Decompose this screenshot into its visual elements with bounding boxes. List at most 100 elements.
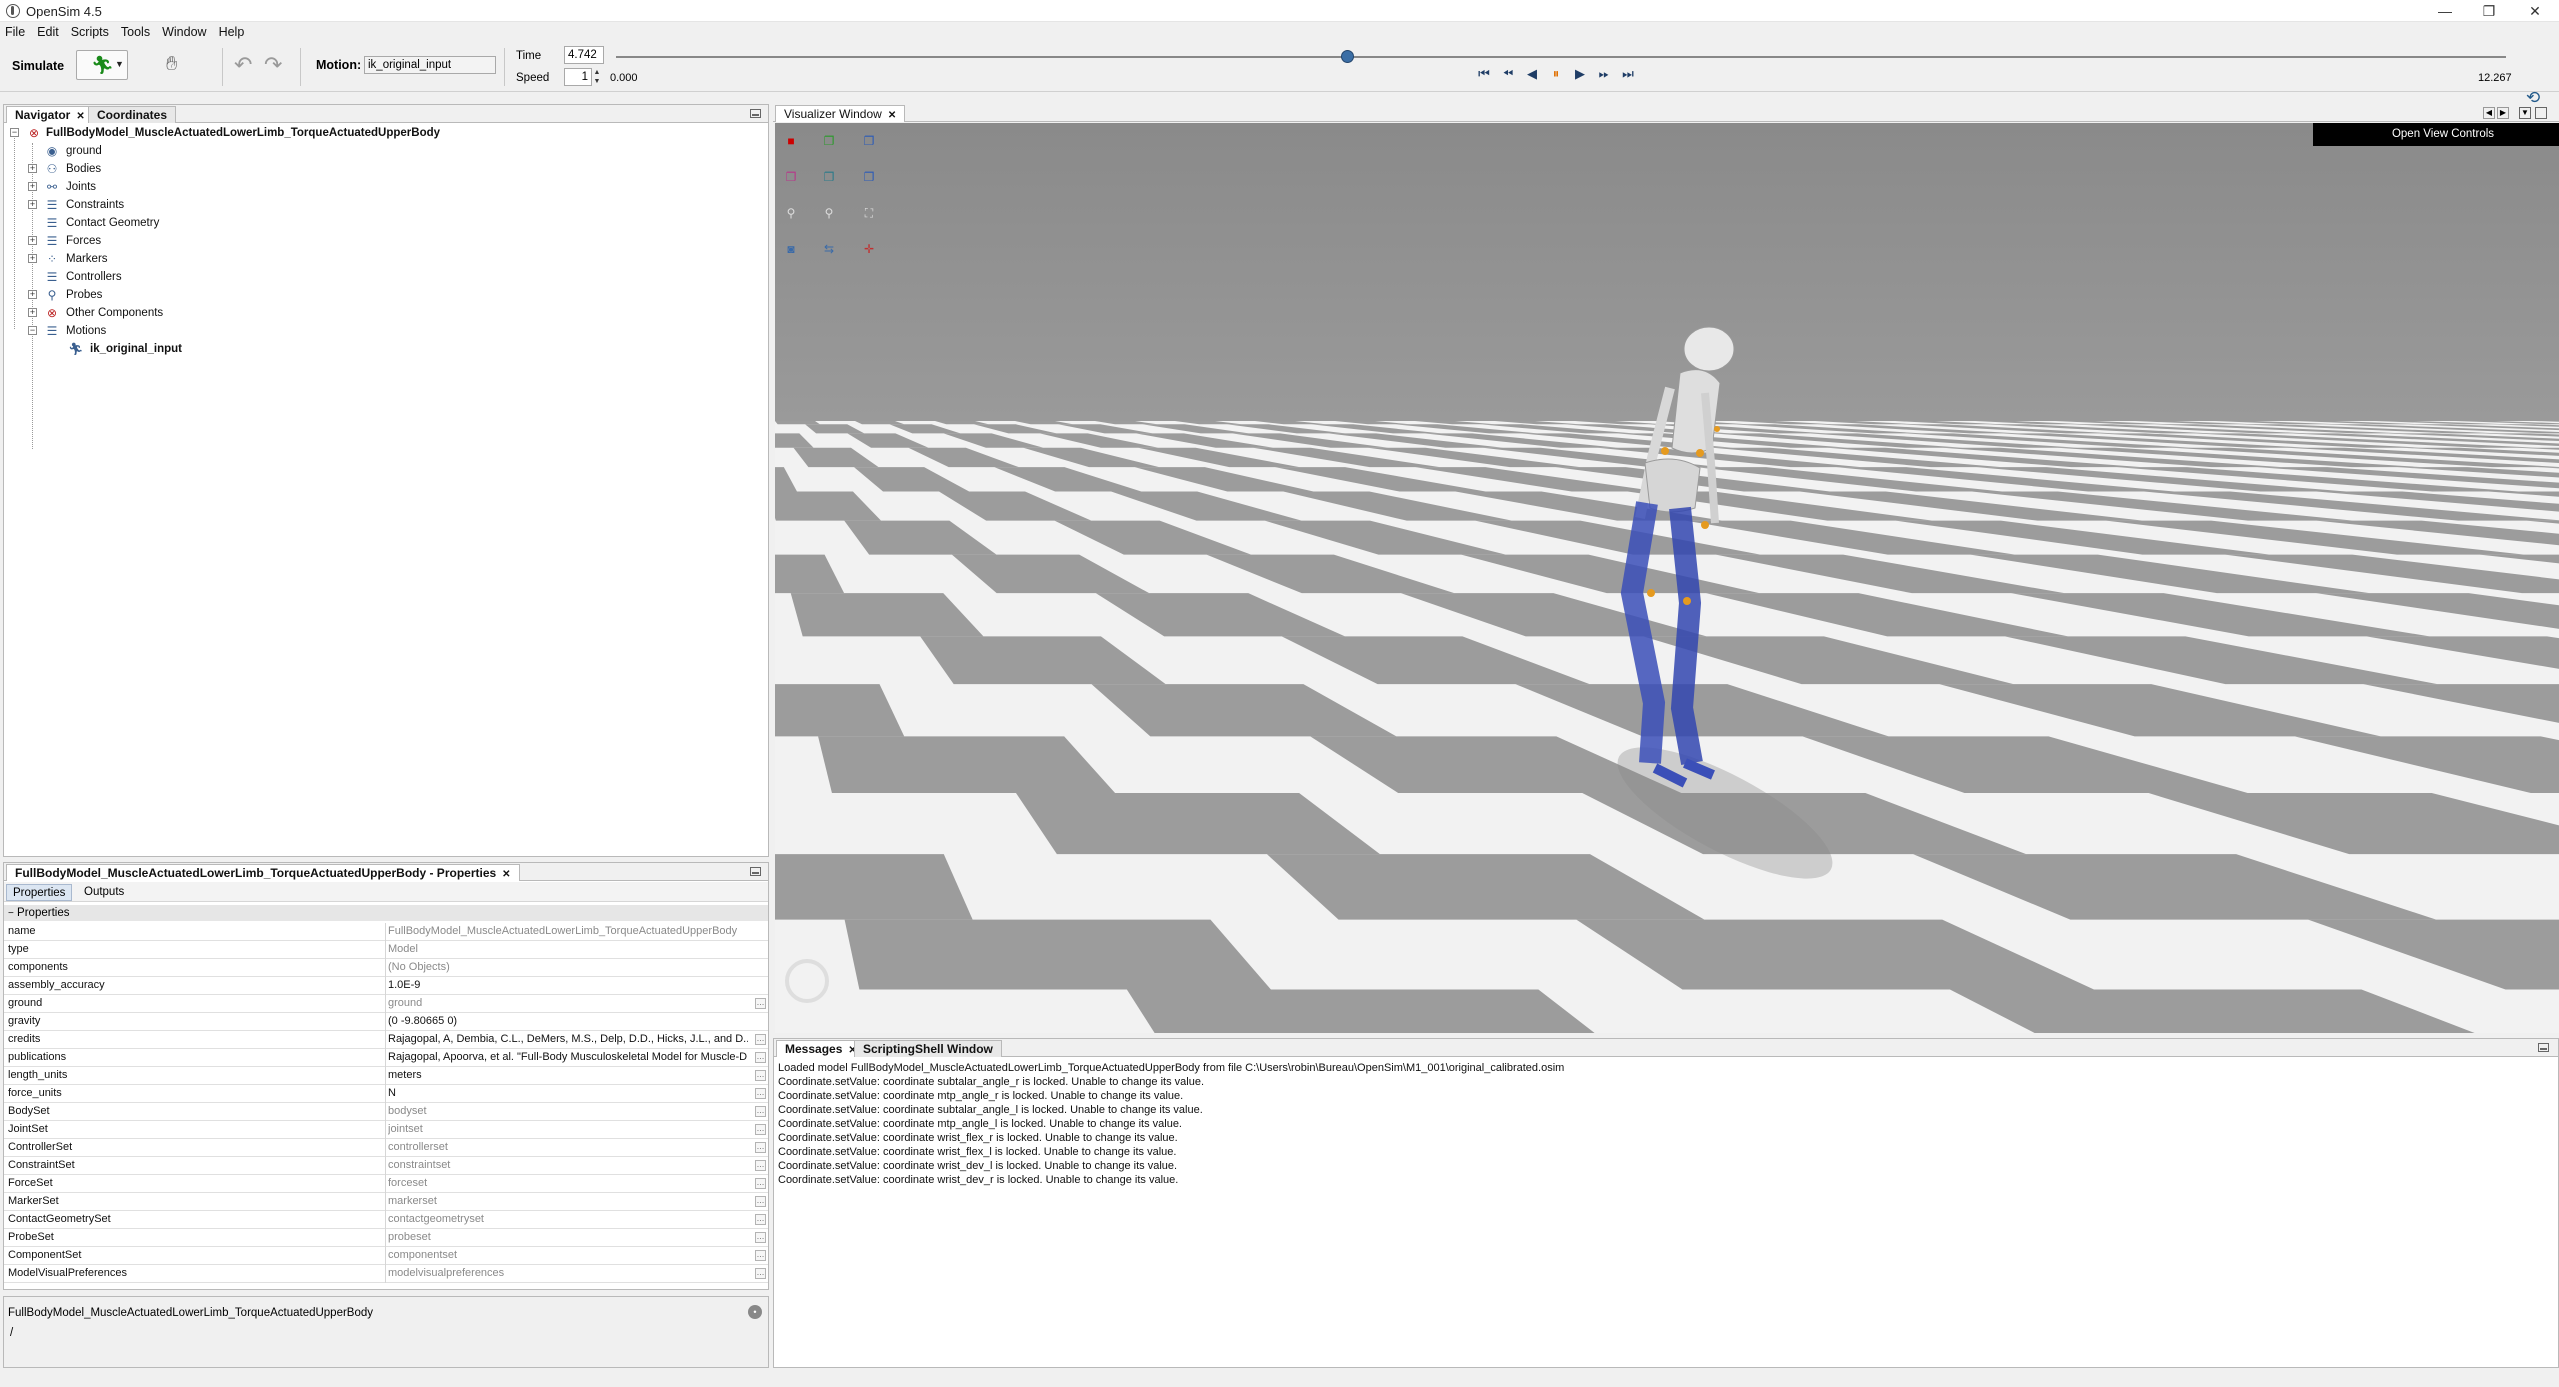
menu-tools[interactable]: Tools bbox=[115, 22, 156, 39]
bottom-view-icon[interactable]: ❐ bbox=[859, 167, 879, 187]
fit-view-icon[interactable]: ⛶ bbox=[859, 203, 879, 223]
property-row-componentset[interactable]: ComponentSet componentset… bbox=[4, 1247, 768, 1265]
back-view-icon[interactable]: ❐ bbox=[819, 167, 839, 187]
collapse-icon[interactable]: − bbox=[8, 908, 14, 919]
property-row-gravity[interactable]: gravity (0 -9.80665 0) bbox=[4, 1013, 768, 1031]
expand-icon[interactable]: + bbox=[28, 182, 37, 191]
maximize-panel-icon[interactable] bbox=[2535, 107, 2547, 119]
property-value[interactable]: (No Objects) bbox=[388, 959, 748, 976]
property-row-controllerset[interactable]: ControllerSet controllerset… bbox=[4, 1139, 768, 1157]
ellipsis-edit-button[interactable]: … bbox=[755, 1268, 766, 1279]
property-row-forceset[interactable]: ForceSet forceset… bbox=[4, 1175, 768, 1193]
collapse-icon[interactable]: − bbox=[28, 326, 37, 335]
menu-scripts[interactable]: Scripts bbox=[65, 22, 115, 39]
property-value[interactable]: Rajagopal, Apoorva, et al. "Full-Body Mu… bbox=[388, 1049, 748, 1066]
tab-coordinates[interactable]: Coordinates bbox=[88, 106, 177, 123]
property-row-assembly-accuracy[interactable]: assembly_accuracy 1.0E-9 bbox=[4, 977, 768, 995]
property-value[interactable]: (0 -9.80665 0) bbox=[388, 1013, 748, 1030]
property-value[interactable]: contactgeometryset bbox=[388, 1211, 748, 1228]
step-back-icon[interactable]: ⏪︎ bbox=[1500, 66, 1516, 82]
pause-icon[interactable]: ⏸︎ bbox=[1548, 66, 1564, 82]
close-icon[interactable]: ✕ bbox=[2512, 0, 2558, 22]
restore-icon[interactable]: ❐ bbox=[2466, 0, 2512, 22]
stop-simulation-button[interactable]: ✋︎ bbox=[150, 50, 202, 80]
ellipsis-edit-button[interactable]: … bbox=[755, 998, 766, 1009]
expand-icon[interactable]: + bbox=[28, 290, 37, 299]
property-row-constraintset[interactable]: ConstraintSet constraintset… bbox=[4, 1157, 768, 1175]
ellipsis-edit-button[interactable]: … bbox=[755, 1070, 766, 1081]
property-row-bodyset[interactable]: BodySet bodyset… bbox=[4, 1103, 768, 1121]
minimize-panel-icon[interactable] bbox=[2538, 1043, 2549, 1052]
property-row-credits[interactable]: credits Rajagopal, A, Dembia, C.L., DeMer… bbox=[4, 1031, 768, 1049]
property-row-markerset[interactable]: MarkerSet markerset… bbox=[4, 1193, 768, 1211]
ellipsis-edit-button[interactable]: … bbox=[755, 1160, 766, 1171]
expand-icon[interactable]: + bbox=[28, 308, 37, 317]
ellipsis-edit-button[interactable]: … bbox=[755, 1196, 766, 1207]
time-slider-track[interactable] bbox=[616, 56, 2506, 58]
play-reverse-icon[interactable]: ◀ bbox=[1524, 66, 1540, 82]
ellipsis-edit-button[interactable]: … bbox=[755, 1232, 766, 1243]
tab-outputs[interactable]: Outputs bbox=[78, 884, 130, 901]
chevron-down-icon[interactable]: ▼ bbox=[115, 59, 124, 69]
expand-icon[interactable]: + bbox=[28, 164, 37, 173]
3d-viewport[interactable]: ■ ❐ ❐ ❐ ❐ ❐ ⚲ ⚲ ⛶ ◙ ⇆ ✛ Open View Contro… bbox=[775, 123, 2559, 1033]
step-forward-icon[interactable]: ⏩︎ bbox=[1596, 66, 1612, 82]
time-field[interactable]: 4.742 bbox=[564, 46, 604, 64]
expand-icon[interactable]: + bbox=[28, 236, 37, 245]
menu-window[interactable]: Window bbox=[156, 22, 212, 39]
property-value[interactable]: constraintset bbox=[388, 1157, 748, 1174]
front-view-icon[interactable]: ❐ bbox=[819, 131, 839, 151]
go-to-start-icon[interactable]: ⏮︎ bbox=[1476, 66, 1492, 82]
property-row-contactgeometryset[interactable]: ContactGeometrySet contactgeometryset… bbox=[4, 1211, 768, 1229]
property-value[interactable]: bodyset bbox=[388, 1103, 748, 1120]
property-row-jointset[interactable]: JointSet jointset… bbox=[4, 1121, 768, 1139]
ellipsis-edit-button[interactable]: … bbox=[755, 1214, 766, 1225]
property-row-type[interactable]: type Model bbox=[4, 941, 768, 959]
speed-field[interactable]: 1 bbox=[564, 68, 592, 86]
motion-name-field[interactable]: ik_original_input bbox=[364, 56, 496, 74]
scroll-right-icon[interactable]: ▶ bbox=[2497, 107, 2509, 119]
property-row-ground[interactable]: ground ground… bbox=[4, 995, 768, 1013]
info-icon[interactable]: • bbox=[748, 1305, 762, 1319]
expand-icon[interactable]: + bbox=[28, 254, 37, 263]
camera-icon[interactable]: ◙ bbox=[781, 239, 801, 259]
property-value[interactable]: meters bbox=[388, 1067, 748, 1084]
property-value[interactable]: Model bbox=[388, 941, 748, 958]
play-icon[interactable]: ▶ bbox=[1572, 66, 1588, 82]
menu-edit[interactable]: Edit bbox=[31, 22, 65, 39]
scroll-left-icon[interactable]: ◀ bbox=[2483, 107, 2495, 119]
ellipsis-edit-button[interactable]: … bbox=[755, 1142, 766, 1153]
property-value[interactable]: FullBodyModel_MuscleActuatedLowerLimb_To… bbox=[388, 923, 748, 940]
property-row-name[interactable]: name FullBodyModel_MuscleActuatedLowerLim… bbox=[4, 923, 768, 941]
minimize-icon[interactable]: — bbox=[2422, 0, 2468, 22]
tab-visualizer-window[interactable]: Visualizer Window ✕ bbox=[775, 105, 906, 122]
ellipsis-edit-button[interactable]: … bbox=[755, 1034, 766, 1045]
properties-section-header[interactable]: − Properties bbox=[4, 905, 768, 921]
property-value[interactable]: probeset bbox=[388, 1229, 748, 1246]
menu-help[interactable]: Help bbox=[213, 22, 251, 39]
close-tab-icon[interactable]: ✕ bbox=[888, 110, 896, 121]
property-value[interactable]: forceset bbox=[388, 1175, 748, 1192]
go-to-end-icon[interactable]: ⏭︎ bbox=[1620, 66, 1636, 82]
property-row-modelvisualpreferences[interactable]: ModelVisualPreferences modelvisualprefere… bbox=[4, 1265, 768, 1283]
redo-icon[interactable]: ↷ bbox=[264, 54, 282, 76]
menu-file[interactable]: File bbox=[0, 22, 31, 39]
ellipsis-edit-button[interactable]: … bbox=[755, 1178, 766, 1189]
scene-canvas[interactable] bbox=[775, 123, 2559, 1033]
tab-properties-window[interactable]: FullBodyModel_MuscleActuatedLowerLimb_To… bbox=[6, 864, 520, 881]
property-value[interactable]: Rajagopal, A, Dembia, C.L., DeMers, M.S.… bbox=[388, 1031, 748, 1048]
property-row-components[interactable]: components (No Objects) bbox=[4, 959, 768, 977]
property-value[interactable]: componentset bbox=[388, 1247, 748, 1264]
property-row-probeset[interactable]: ProbeSet probeset… bbox=[4, 1229, 768, 1247]
property-value[interactable]: modelvisualpreferences bbox=[388, 1265, 748, 1282]
property-value[interactable]: ground bbox=[388, 995, 748, 1012]
close-tab-icon[interactable]: ✕ bbox=[502, 869, 510, 880]
top-view-icon[interactable]: ❐ bbox=[781, 167, 801, 187]
tab-navigator[interactable]: Navigator ✕ bbox=[6, 106, 94, 123]
close-tab-icon[interactable]: ✕ bbox=[76, 111, 84, 122]
property-value[interactable]: controllerset bbox=[388, 1139, 748, 1156]
property-value[interactable]: jointset bbox=[388, 1121, 748, 1138]
collapse-icon[interactable]: − bbox=[10, 128, 19, 137]
run-simulation-button[interactable]: 🏃︎ ▼ bbox=[76, 50, 128, 80]
messages-log[interactable]: Loaded model FullBodyModel_MuscleActuate… bbox=[774, 1061, 2554, 1361]
